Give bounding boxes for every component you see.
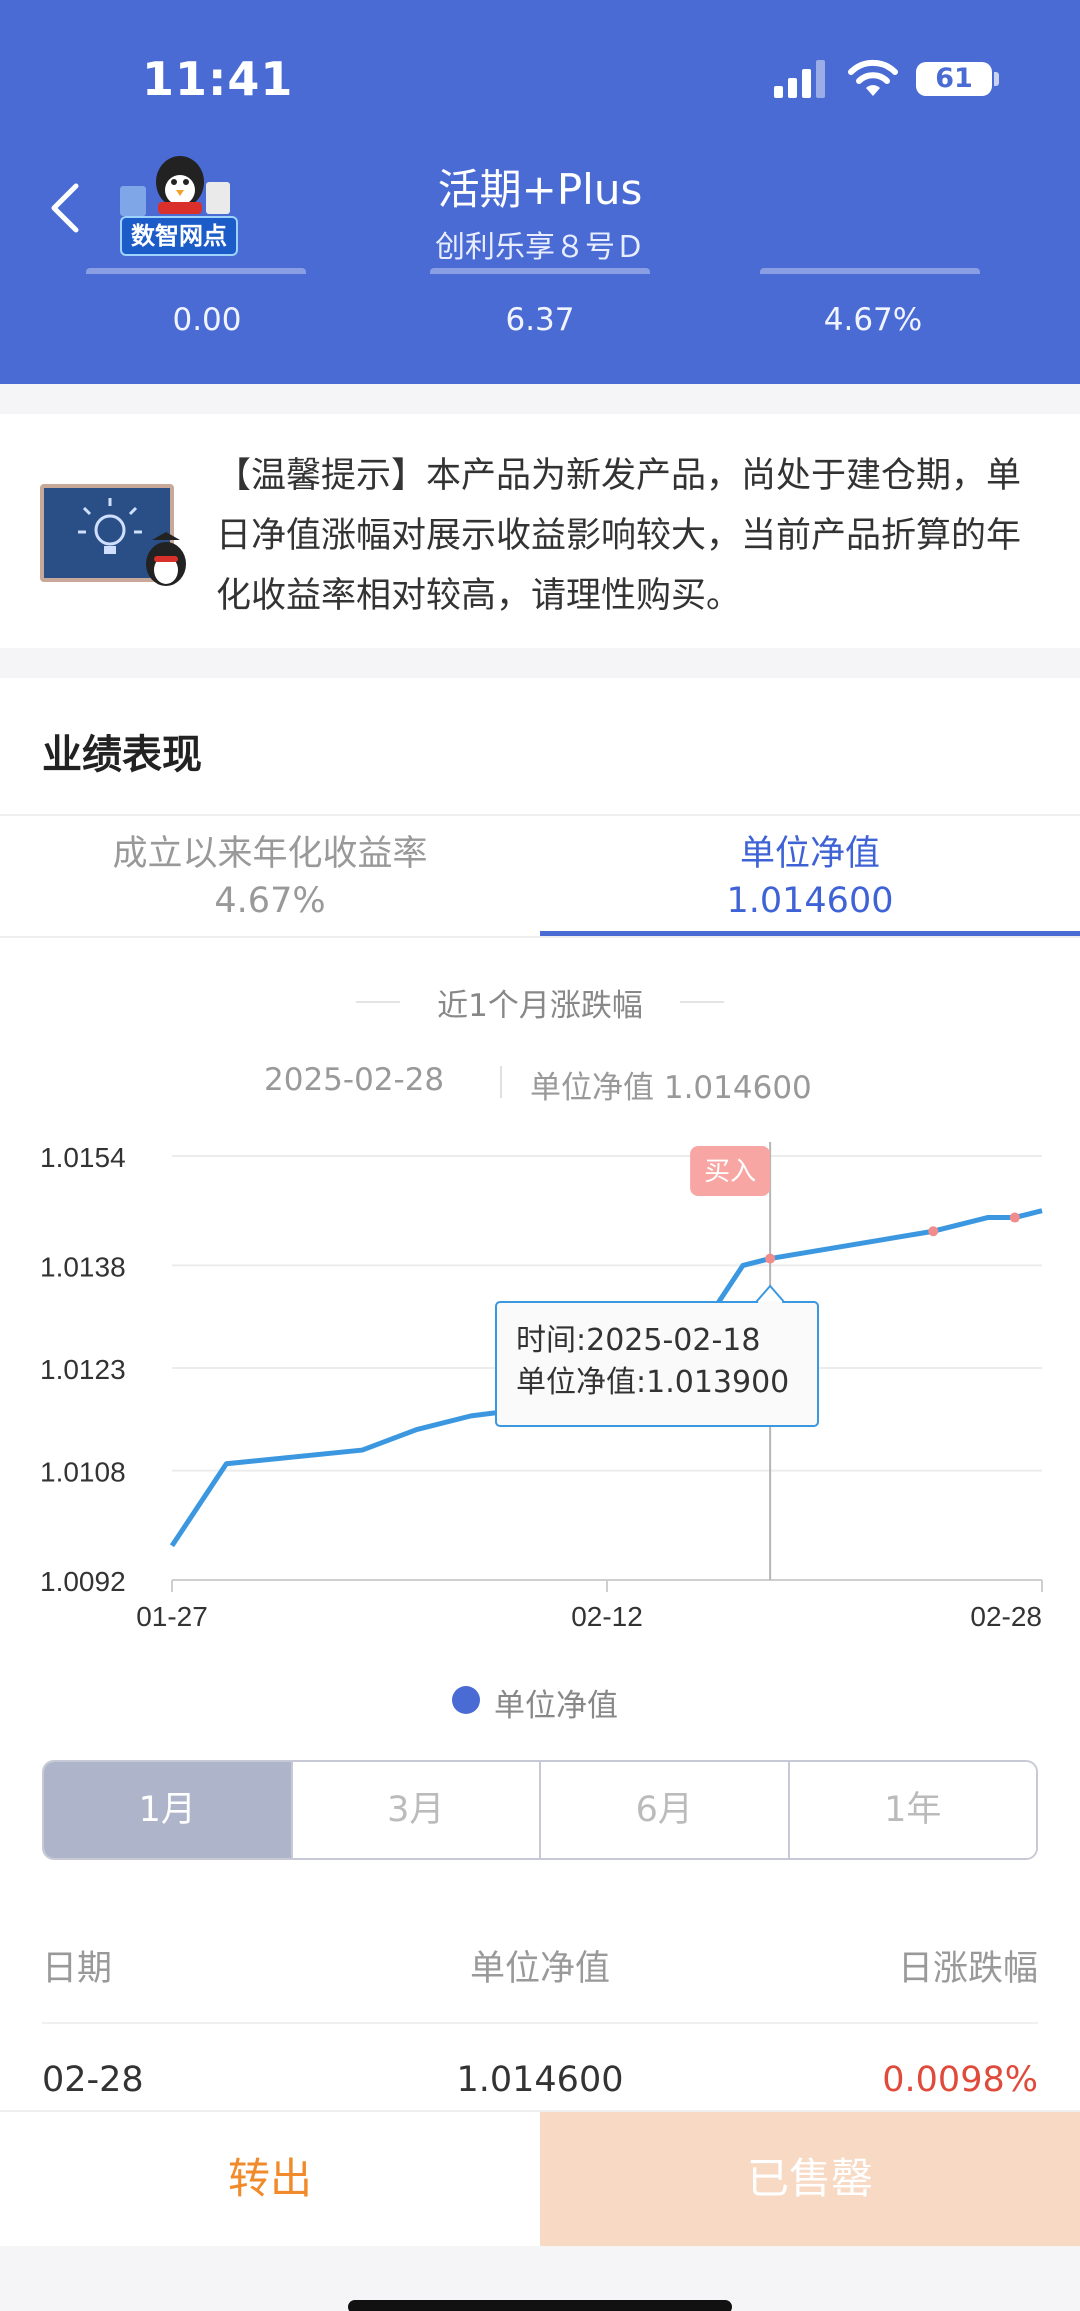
tab-annualized-return[interactable]: 成立以来年化收益率 4.67%	[0, 830, 540, 924]
y-tick-label: 1.0123	[40, 1354, 126, 1385]
home-indicator	[348, 2300, 732, 2311]
divider	[0, 814, 1080, 816]
product-subtitle: 创利乐享８号Ｄ	[435, 230, 645, 265]
row-divider	[42, 2022, 1038, 2024]
penguin-teacher-icon	[146, 532, 186, 586]
x-tick-label: 01-27	[136, 1601, 208, 1632]
tab-label: 单位净值	[739, 834, 880, 874]
battery-tip	[994, 72, 999, 86]
cellular-signal-icon	[774, 60, 825, 98]
header: 11:41 61 数智网点 活期+Plus 创利乐享８号Ｄ 0.00 6.37 …	[0, 0, 1080, 384]
buy-marker-label: 买入	[704, 1156, 756, 1186]
tooltip-pointer	[755, 1284, 785, 1303]
active-tab-indicator	[540, 931, 1080, 936]
tab-label: 成立以来年化收益率	[112, 834, 428, 874]
transfer-out-button[interactable]: 转出	[0, 2112, 540, 2246]
tab-value: 4.67%	[214, 881, 326, 921]
column-header-change: 日涨跌幅	[897, 1949, 1038, 1989]
tab-value: 1.014600	[726, 881, 894, 921]
y-tick-label: 1.0108	[40, 1457, 126, 1488]
period-1m-button[interactable]: 1月	[44, 1762, 293, 1858]
x-tick-label: 02-28	[970, 1601, 1042, 1632]
stat-label-placeholder	[760, 268, 980, 278]
highlight-point	[765, 1253, 776, 1264]
highlight-point	[928, 1226, 939, 1237]
legend-marker	[452, 1686, 480, 1714]
period-selector: 1月 3月 6月 1年	[42, 1760, 1038, 1860]
period-6m-button[interactable]: 6月	[541, 1762, 790, 1858]
battery-icon: 61	[916, 62, 992, 96]
sold-out-button[interactable]: 已售罄	[540, 2112, 1080, 2246]
row-change: 0.0098%	[882, 2060, 1038, 2100]
stat-label-placeholder	[430, 268, 650, 278]
y-tick-label: 1.0092	[40, 1566, 126, 1597]
tooltip-nav: 单位净值:1.013900	[516, 1365, 789, 1400]
tip-text: 【温馨提示】本产品为新发产品，尚处于建仓期，单日净值涨幅对展示收益影响较大，当前…	[216, 456, 1022, 616]
period-1y-button[interactable]: 1年	[789, 1762, 1036, 1858]
caption-line-right	[680, 1001, 724, 1003]
legend-label: 单位净值	[494, 1688, 618, 1724]
period-3m-button[interactable]: 3月	[292, 1762, 541, 1858]
wifi-icon	[848, 59, 898, 96]
y-tick-label: 1.0154	[40, 1142, 126, 1173]
x-tick-label: 02-12	[571, 1601, 643, 1632]
stat-value-3: 4.67%	[823, 302, 923, 338]
section-title: 业绩表现	[42, 732, 202, 778]
chart-latest-nav: 单位净值 1.014600	[530, 1070, 812, 1106]
stat-value-1: 0.00	[172, 302, 242, 338]
tooltip-pointer-cover	[758, 1301, 783, 1305]
tooltip-time: 时间:2025-02-18	[516, 1323, 760, 1358]
tab-unit-nav[interactable]: 单位净值 1.014600	[540, 830, 1080, 924]
stat-value-2: 6.37	[505, 302, 575, 338]
highlight-point	[1009, 1212, 1020, 1223]
y-tick-label: 1.0138	[40, 1251, 126, 1282]
status-time: 11:41	[142, 52, 294, 106]
tooltip-box	[495, 1301, 819, 1427]
tab-baseline	[0, 936, 1080, 938]
stat-label-placeholder	[86, 268, 306, 278]
nav-line-chart[interactable]: 1.0154 1.0138 1.0123 1.0108 1.0092 01-27 02-12…	[0, 1110, 1080, 1670]
chart-latest-date: 2025-02-28	[264, 1062, 445, 1098]
page-title: 活期+Plus	[437, 165, 643, 214]
chart-caption: 近1个月涨跌幅	[437, 988, 643, 1024]
separator	[500, 1066, 502, 1098]
